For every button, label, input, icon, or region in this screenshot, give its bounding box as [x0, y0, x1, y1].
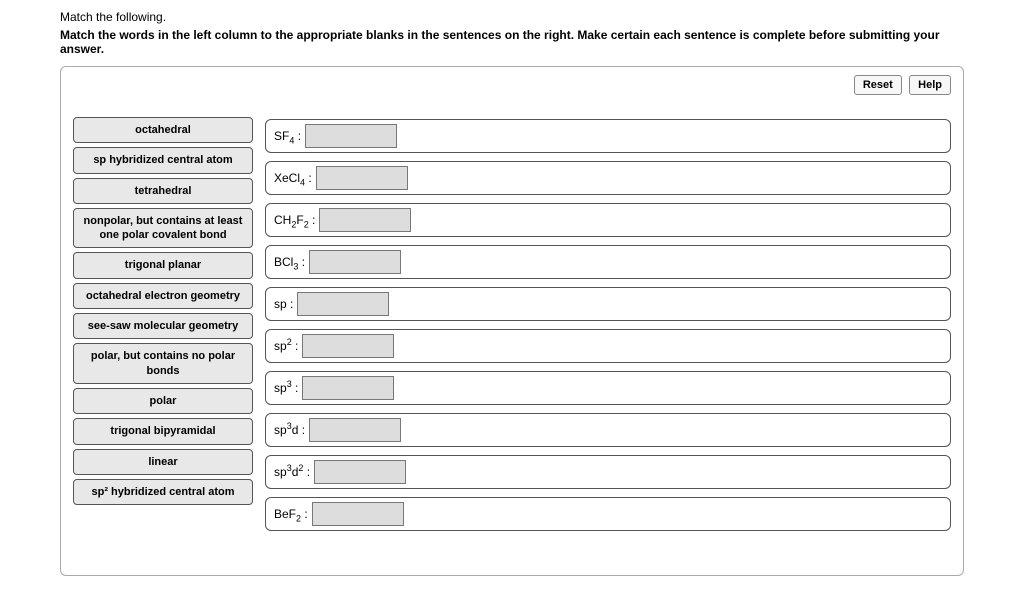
tile-tetrahedral[interactable]: tetrahedral [73, 178, 253, 204]
tile-polar[interactable]: polar [73, 388, 253, 414]
tile-polar-no-polar-bonds[interactable]: polar, but contains no polar bonds [73, 343, 253, 384]
top-buttons: Reset Help [850, 75, 951, 95]
tile-see-saw[interactable]: see-saw molecular geometry [73, 313, 253, 339]
row-label: CH2F2 : [274, 213, 315, 227]
reset-button[interactable]: Reset [854, 75, 902, 95]
row-xecl4: XeCl4 : [265, 161, 951, 195]
row-sp3: sp3 : [265, 371, 951, 405]
row-sp2: sp2 : [265, 329, 951, 363]
row-sp: sp : [265, 287, 951, 321]
row-bcl3: BCl3 : [265, 245, 951, 279]
drop-slot[interactable] [305, 124, 397, 148]
row-sp3d2: sp3d2 : [265, 455, 951, 489]
drop-slot[interactable] [309, 250, 401, 274]
row-label: sp3 : [274, 381, 298, 395]
drop-slot[interactable] [316, 166, 408, 190]
drop-slot[interactable] [302, 334, 394, 358]
intro-text: Match the following. [60, 10, 964, 24]
drop-targets: SF4 : XeCl4 : CH2F2 : BCl3 : sp : [265, 117, 951, 539]
help-button[interactable]: Help [909, 75, 951, 95]
row-label: sp3d : [274, 423, 305, 437]
tile-linear[interactable]: linear [73, 449, 253, 475]
row-label: sp2 : [274, 339, 298, 353]
drop-slot[interactable] [319, 208, 411, 232]
drop-slot[interactable] [302, 376, 394, 400]
row-label: SF4 : [274, 129, 301, 143]
tile-sp2-hybridized[interactable]: sp² hybridized central atom [73, 479, 253, 505]
row-bef2: BeF2 : [265, 497, 951, 531]
row-label: sp : [274, 297, 293, 311]
drop-slot[interactable] [314, 460, 406, 484]
instruction-text: Match the words in the left column to th… [60, 28, 964, 56]
tile-sp-hybridized[interactable]: sp hybridized central atom [73, 147, 253, 173]
row-label: XeCl4 : [274, 171, 312, 185]
tile-trigonal-planar[interactable]: trigonal planar [73, 252, 253, 278]
drop-slot[interactable] [309, 418, 401, 442]
row-ch2f2: CH2F2 : [265, 203, 951, 237]
exercise-panel: Reset Help octahedral sp hybridized cent… [60, 66, 964, 576]
row-label: BeF2 : [274, 507, 308, 521]
tile-trigonal-bipyramidal[interactable]: trigonal bipyramidal [73, 418, 253, 444]
row-label: BCl3 : [274, 255, 305, 269]
row-sf4: SF4 : [265, 119, 951, 153]
drop-slot[interactable] [297, 292, 389, 316]
tile-octahedral-electron[interactable]: octahedral electron geometry [73, 283, 253, 309]
tile-nonpolar-polar-bond[interactable]: nonpolar, but contains at least one pola… [73, 208, 253, 249]
word-bank: octahedral sp hybridized central atom te… [73, 117, 253, 539]
row-sp3d: sp3d : [265, 413, 951, 447]
drop-slot[interactable] [312, 502, 404, 526]
row-label: sp3d2 : [274, 465, 310, 479]
tile-octahedral[interactable]: octahedral [73, 117, 253, 143]
